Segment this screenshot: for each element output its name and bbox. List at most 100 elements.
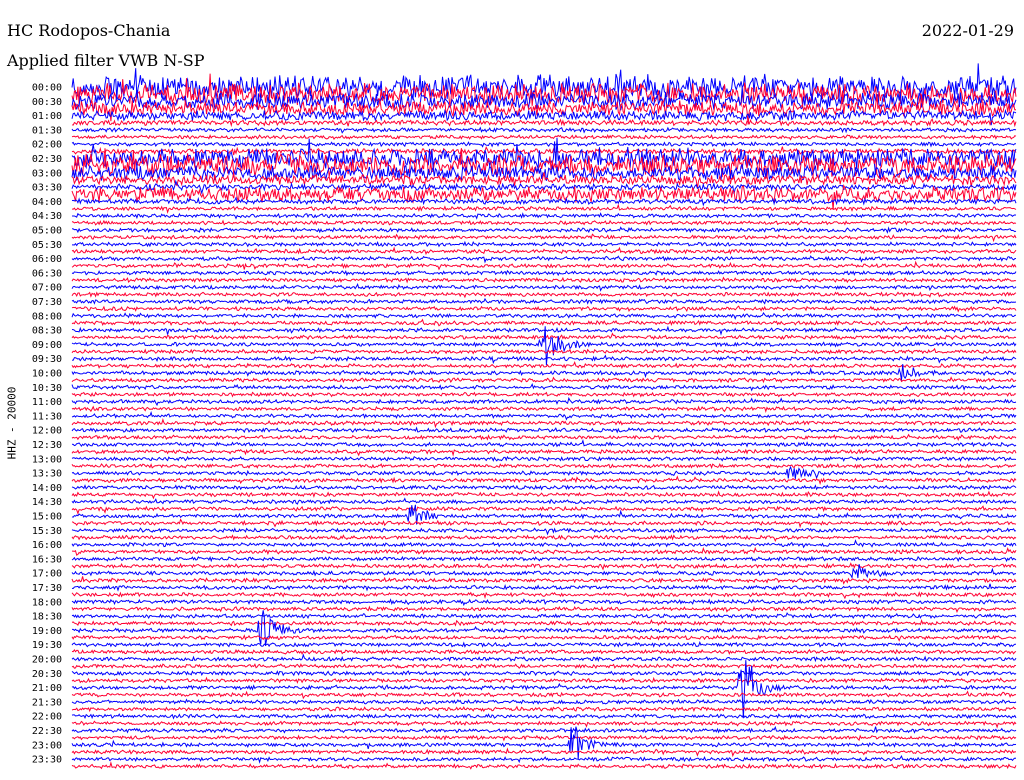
- time-tick-label: 14:00: [32, 483, 62, 494]
- trace-line-69: [71, 576, 1017, 585]
- trace-line-47: [71, 418, 1017, 429]
- time-tick-label: 23:30: [32, 755, 62, 766]
- trace-line-95: [71, 760, 1017, 770]
- trace-line-50: [71, 439, 1017, 448]
- time-tick-label: 17:00: [32, 569, 62, 580]
- trace-line-29: [71, 291, 1017, 299]
- trace-line-80: [71, 653, 1017, 663]
- trace-line-94: [71, 754, 1017, 764]
- trace-line-72: [71, 598, 1017, 607]
- time-tick-label: 19:30: [32, 640, 62, 651]
- time-tick-label: 20:00: [32, 655, 62, 666]
- trace-line-49: [71, 433, 1017, 442]
- time-tick-label: 16:30: [32, 554, 62, 565]
- time-tick-label: 21:00: [32, 683, 62, 694]
- trace-line-22: [72, 240, 1017, 248]
- trace-line-30: [71, 297, 1017, 305]
- date-label: 2022-01-29: [921, 21, 1014, 40]
- time-tick-label: 04:30: [32, 211, 62, 222]
- station-title: HC Rodopos-Chania: [7, 21, 171, 40]
- trace-line-56: [71, 484, 1017, 491]
- time-tick-label: 04:00: [32, 197, 62, 208]
- time-tick-label: 12:00: [32, 426, 62, 437]
- time-tick-label: 09:30: [32, 354, 62, 365]
- time-tick-label: 22:30: [32, 726, 62, 737]
- trace-line-93: [71, 747, 1017, 758]
- time-tick-label: 22:00: [32, 712, 62, 723]
- trace-line-55: [71, 475, 1017, 486]
- trace-line-74: [71, 612, 1017, 620]
- trace-line-78: [71, 641, 1016, 648]
- trace-line-75: [71, 619, 1017, 627]
- trace-line-19: [71, 219, 1017, 226]
- trace-line-91: [71, 734, 1017, 742]
- time-tick-label: 07:00: [32, 283, 62, 294]
- trace-line-79: [71, 648, 1017, 656]
- trace-line-38: [71, 354, 1017, 365]
- trace-line-8: [71, 141, 1016, 148]
- trace-line-28: [71, 282, 1017, 292]
- time-tick-label: 11:30: [32, 411, 62, 422]
- trace-line-87: [71, 705, 1017, 713]
- trace-line-46: [71, 411, 1017, 421]
- time-tick-label: 05:30: [32, 240, 62, 251]
- time-tick-label: 11:00: [32, 397, 62, 408]
- trace-line-86: [71, 698, 1017, 705]
- time-tick-label: 06:30: [32, 268, 62, 279]
- time-tick-label: 00:30: [32, 97, 62, 108]
- trace-line-59: [71, 505, 1017, 515]
- trace-line-5: [71, 117, 1017, 128]
- time-tick-label: 16:00: [32, 540, 62, 551]
- trace-line-7: [71, 133, 1017, 141]
- time-tick-label: 01:00: [32, 111, 62, 122]
- trace-line-61: [71, 518, 1017, 529]
- trace-line-48: [71, 426, 1017, 434]
- trace-line-57: [71, 490, 1017, 500]
- time-tick-label: 12:30: [32, 440, 62, 451]
- time-tick-label: 08:30: [32, 326, 62, 337]
- channel-label: HHZ - 20000: [5, 386, 19, 460]
- trace-line-25: [71, 260, 1017, 271]
- filter-label: Applied filter VWB N-SP: [7, 51, 205, 70]
- trace-line-52: [71, 455, 1017, 462]
- trace-line-37: [71, 347, 1017, 355]
- trace-line-17: [71, 203, 1017, 214]
- time-tick-label: 19:00: [32, 626, 62, 637]
- trace-line-41: [71, 376, 1017, 384]
- time-tick-label: 18:30: [32, 612, 62, 623]
- trace-group: [71, 63, 1017, 770]
- trace-line-81: [71, 663, 1017, 670]
- time-tick-label: 09:00: [32, 340, 62, 351]
- time-tick-label: 13:00: [32, 454, 62, 465]
- trace-line-43: [71, 391, 1017, 398]
- time-tick-label: 02:30: [32, 154, 62, 165]
- time-tick-label: 20:30: [32, 669, 62, 680]
- trace-line-20: [71, 226, 1017, 234]
- trace-line-65: [72, 546, 1017, 556]
- time-tick-label: 07:30: [32, 297, 62, 308]
- trace-line-63: [71, 534, 1017, 542]
- trace-line-62: [71, 527, 1017, 536]
- time-tick-label: 14:30: [32, 497, 62, 508]
- helicorder-plot: 00:00 00:30 01:00 01:30 02:00 02:30 03:00 03:30…: [32, 63, 1017, 770]
- trace-line-44: [71, 396, 1017, 407]
- trace-line-39: [71, 361, 1017, 370]
- time-tick-label: 21:30: [32, 697, 62, 708]
- trace-line-88: [71, 713, 1017, 720]
- time-tick-label: 08:00: [32, 311, 62, 322]
- time-tick-label: 15:30: [32, 526, 62, 537]
- trace-line-84: [71, 660, 1017, 719]
- trace-line-64: [71, 539, 1017, 549]
- time-tick-label: 23:00: [32, 740, 62, 751]
- trace-line-23: [71, 246, 1017, 256]
- trace-line-45: [71, 405, 1017, 413]
- trace-line-77: [71, 634, 1017, 642]
- trace-line-71: [71, 591, 1017, 600]
- trace-line-85: [71, 690, 1017, 700]
- trace-line-33: [71, 318, 1017, 327]
- time-tick-label: 17:30: [32, 583, 62, 594]
- trace-line-9: [71, 146, 1017, 157]
- trace-line-67: [71, 562, 1017, 571]
- trace-line-53: [71, 462, 1017, 470]
- time-tick-label: 03:00: [32, 168, 62, 179]
